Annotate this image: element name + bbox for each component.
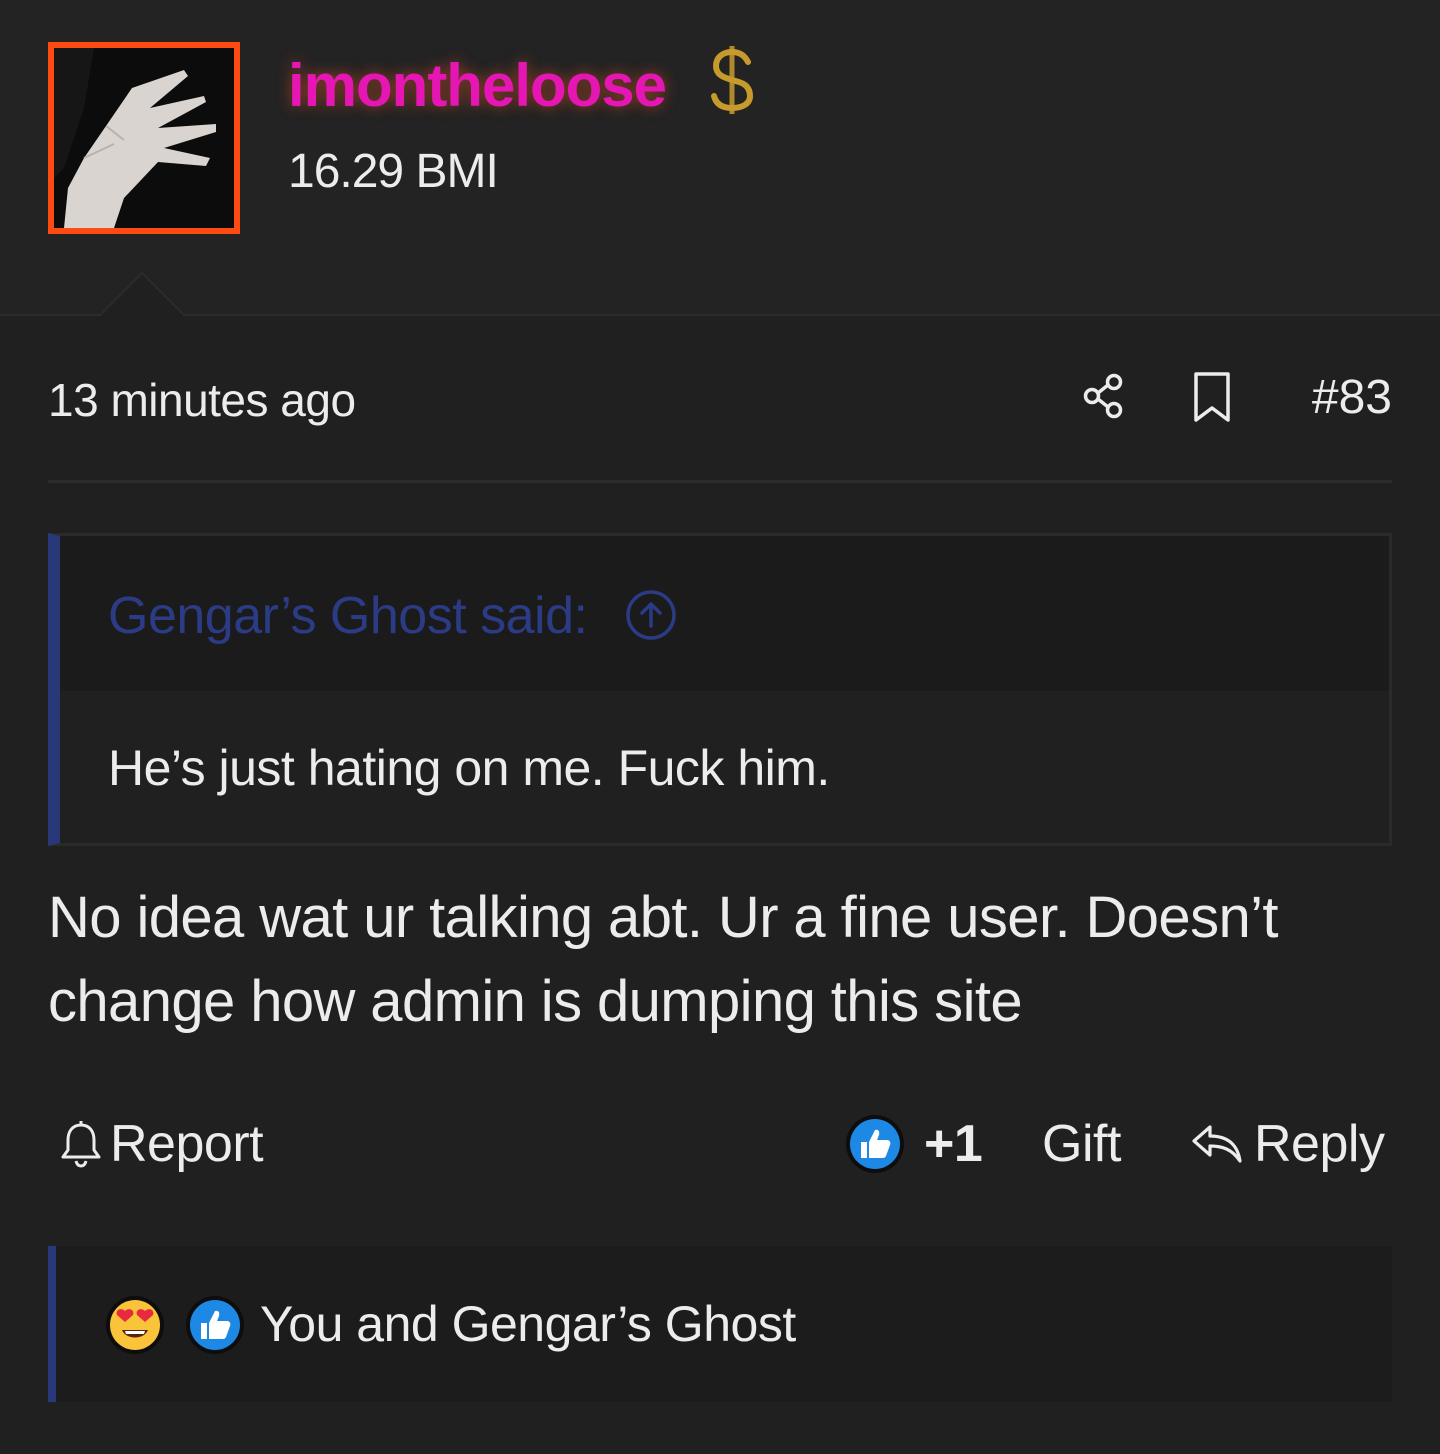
avatar[interactable]: [48, 42, 240, 234]
heart-eyes-icon: [106, 1296, 164, 1354]
report-label: Report: [110, 1115, 264, 1173]
reaction-users[interactable]: You and Gengar’s Ghost: [260, 1294, 796, 1354]
meta-divider: [48, 480, 1392, 483]
share-icon[interactable]: [1080, 372, 1128, 420]
post-body: No idea wat ur talking abt. Ur a fine us…: [48, 885, 1279, 1034]
reply-button[interactable]: Reply: [1190, 1112, 1385, 1176]
arrow-up-circle-icon[interactable]: [624, 588, 678, 642]
post-number[interactable]: #83: [1294, 370, 1392, 426]
report-button[interactable]: Report: [58, 1112, 264, 1176]
thumbs-up-icon: [846, 1115, 904, 1173]
reply-label: Reply: [1254, 1115, 1385, 1173]
like-count: +1: [924, 1115, 983, 1173]
quote-text: He’s just hating on me. Fuck him.: [108, 740, 830, 796]
quote-block: Gengar’s Ghost said: He’s just hating on…: [48, 533, 1392, 846]
thumbs-up-icon: [186, 1296, 244, 1354]
reactions-bar[interactable]: You and Gengar’s Ghost: [48, 1246, 1392, 1402]
quote-author[interactable]: Gengar’s Ghost said:: [108, 586, 588, 646]
dollar-sign-icon: [711, 46, 754, 114]
gift-label: Gift: [1042, 1115, 1121, 1173]
like-button[interactable]: +1: [844, 1112, 983, 1176]
post-page: imontheloose 16.29 BMI 13 minutes ago #8…: [0, 0, 1440, 1454]
bookmark-icon[interactable]: [1190, 370, 1234, 424]
quote-header: Gengar’s Ghost said:: [60, 536, 1389, 691]
username[interactable]: imontheloose: [288, 50, 667, 122]
avatar-image: [54, 48, 234, 228]
post-timestamp[interactable]: 13 minutes ago: [48, 372, 356, 428]
gift-button[interactable]: Gift: [1042, 1112, 1121, 1176]
bell-icon: [61, 1121, 101, 1168]
reply-arrow-icon: [1192, 1125, 1242, 1163]
user-stat: 16.29 BMI: [288, 145, 499, 198]
header-divider: [0, 314, 1440, 316]
